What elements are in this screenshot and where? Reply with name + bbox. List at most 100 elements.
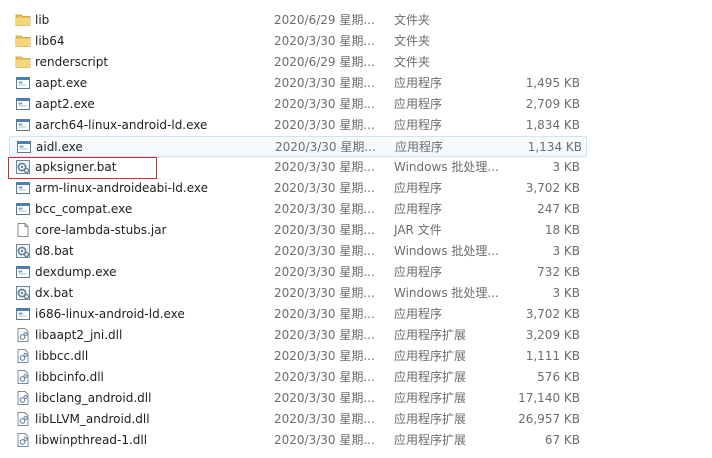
folder-icon [15, 12, 31, 28]
file-date: 2020/6/29 星期... [274, 13, 375, 27]
bat-icon [15, 159, 31, 175]
file-date: 2020/3/30 星期... [274, 244, 375, 258]
exe-icon [16, 139, 32, 155]
file-type: 应用程序 [394, 181, 443, 195]
file-type: 应用程序 [394, 307, 443, 321]
file-type: 应用程序 [394, 76, 443, 90]
exe-icon [15, 96, 31, 112]
file-row-lib64[interactable]: lib64 2020/3/30 星期... 文件夹 [0, 31, 712, 52]
file-row-core-lambda-stubs[interactable]: core-lambda-stubs.jar 2020/3/30 星期... JA… [0, 220, 712, 241]
file-name: libaapt2_jni.dll [35, 328, 123, 342]
file-row-bcc-compat[interactable]: bcc_compat.exe 2020/3/30 星期... 应用程序 247 … [0, 199, 712, 220]
file-row-libbcinfo[interactable]: libbcinfo.dll 2020/3/30 星期... 应用程序扩展 576… [0, 367, 712, 388]
file-row-libaapt2-jni[interactable]: libaapt2_jni.dll 2020/3/30 星期... 应用程序扩展 … [0, 325, 712, 346]
file-type: 文件夹 [394, 34, 431, 48]
file-row-apksigner[interactable]: apksigner.bat 2020/3/30 星期... Windows 批处… [0, 157, 712, 178]
bat-icon [15, 243, 31, 259]
exe-icon [15, 264, 31, 280]
file-row-dexdump[interactable]: dexdump.exe 2020/3/30 星期... 应用程序 732 KB [0, 262, 712, 283]
file-name: core-lambda-stubs.jar [35, 223, 167, 237]
file-type: Windows 批处理... [394, 160, 499, 174]
file-list: lib 2020/6/29 星期... 文件夹 lib64 2020/3/30 … [0, 10, 712, 451]
file-row-aidl[interactable]: aidl.exe 2020/3/30 星期... 应用程序 1,134 KB [9, 136, 587, 157]
file-type: 应用程序 [394, 202, 443, 216]
file-date: 2020/3/30 星期... [274, 265, 375, 279]
file-date: 2020/3/30 星期... [274, 160, 375, 174]
file-size: 1,134 KB [527, 140, 582, 154]
file-size: 3 KB [552, 244, 580, 258]
file-row-arm-linux-androideabi-ld[interactable]: arm-linux-androideabi-ld.exe 2020/3/30 星… [0, 178, 712, 199]
file-type: Windows 批处理... [394, 244, 499, 258]
folder-icon [15, 54, 31, 70]
file-size: 3 KB [552, 286, 580, 300]
file-row-libllvm-android[interactable]: libLLVM_android.dll 2020/3/30 星期... 应用程序… [0, 409, 712, 430]
file-row-dx[interactable]: dx.bat 2020/3/30 星期... Windows 批处理... 3 … [0, 283, 712, 304]
file-size: 1,495 KB [525, 76, 580, 90]
file-row-d8[interactable]: d8.bat 2020/3/30 星期... Windows 批处理... 3 … [0, 241, 712, 262]
dll-icon [15, 390, 31, 406]
file-date: 2020/3/30 星期... [274, 391, 375, 405]
file-name: dx.bat [35, 286, 74, 300]
file-name: i686-linux-android-ld.exe [35, 307, 185, 321]
file-size: 26,957 KB [518, 412, 580, 426]
file-date: 2020/3/30 星期... [274, 370, 375, 384]
file-date: 2020/3/30 星期... [274, 433, 375, 447]
file-type: JAR 文件 [394, 223, 442, 237]
file-name: libLLVM_android.dll [35, 412, 150, 426]
file-row-aapt[interactable]: aapt.exe 2020/3/30 星期... 应用程序 1,495 KB [0, 73, 712, 94]
file-name: apksigner.bat [35, 160, 117, 174]
file-name: libwinpthread-1.dll [35, 433, 148, 447]
file-row-aapt2[interactable]: aapt2.exe 2020/3/30 星期... 应用程序 2,709 KB [0, 94, 712, 115]
file-date: 2020/3/30 星期... [275, 140, 376, 154]
file-size: 3 KB [552, 160, 580, 174]
file-date: 2020/3/30 星期... [274, 412, 375, 426]
file-date: 2020/3/30 星期... [274, 97, 375, 111]
file-size: 576 KB [537, 370, 580, 384]
exe-icon [15, 117, 31, 133]
file-date: 2020/3/30 星期... [274, 307, 375, 321]
file-type: 文件夹 [394, 13, 431, 27]
exe-icon [15, 180, 31, 196]
file-date: 2020/3/30 星期... [274, 76, 375, 90]
file-type: 应用程序扩展 [394, 328, 467, 342]
file-row-aarch64-linux-android-ld[interactable]: aarch64-linux-android-ld.exe 2020/3/30 星… [0, 115, 712, 136]
file-name: d8.bat [35, 244, 74, 258]
file-name: aapt2.exe [35, 97, 95, 111]
file-type: Windows 批处理... [394, 286, 499, 300]
file-date: 2020/3/30 星期... [274, 349, 375, 363]
file-row-libbcc[interactable]: libbcc.dll 2020/3/30 星期... 应用程序扩展 1,111 … [0, 346, 712, 367]
file-name: libbcc.dll [35, 349, 89, 363]
file-size: 18 KB [544, 223, 580, 237]
file-date: 2020/6/29 星期... [274, 55, 375, 69]
file-date: 2020/3/30 星期... [274, 118, 375, 132]
file-date: 2020/3/30 星期... [274, 181, 375, 195]
file-date: 2020/3/30 星期... [274, 202, 375, 216]
bat-icon [15, 285, 31, 301]
dll-icon [15, 327, 31, 343]
file-type: 应用程序扩展 [394, 370, 467, 384]
file-size: 67 KB [544, 433, 580, 447]
file-row-lib[interactable]: lib 2020/6/29 星期... 文件夹 [0, 10, 712, 31]
file-date: 2020/3/30 星期... [274, 34, 375, 48]
dll-icon [15, 369, 31, 385]
dll-icon [15, 432, 31, 448]
file-date: 2020/3/30 星期... [274, 328, 375, 342]
file-name: aidl.exe [36, 140, 83, 154]
file-date: 2020/3/30 星期... [274, 223, 375, 237]
file-row-i686-linux-android-ld[interactable]: i686-linux-android-ld.exe 2020/3/30 星期..… [0, 304, 712, 325]
file-name: bcc_compat.exe [35, 202, 133, 216]
file-row-renderscript[interactable]: renderscript 2020/6/29 星期... 文件夹 [0, 52, 712, 73]
file-name: aarch64-linux-android-ld.exe [35, 118, 208, 132]
file-size: 3,702 KB [525, 307, 580, 321]
file-name: aapt.exe [35, 76, 88, 90]
file-type: 应用程序 [394, 118, 443, 132]
file-size: 1,834 KB [525, 118, 580, 132]
file-type: 文件夹 [394, 55, 431, 69]
file-type: 应用程序 [394, 97, 443, 111]
file-row-libwinpthread-1[interactable]: libwinpthread-1.dll 2020/3/30 星期... 应用程序… [0, 430, 712, 451]
file-type: 应用程序扩展 [394, 412, 467, 426]
file-row-libclang-android[interactable]: libclang_android.dll 2020/3/30 星期... 应用程… [0, 388, 712, 409]
file-size: 17,140 KB [518, 391, 580, 405]
file-size: 3,209 KB [525, 328, 580, 342]
file-name: libclang_android.dll [35, 391, 152, 405]
